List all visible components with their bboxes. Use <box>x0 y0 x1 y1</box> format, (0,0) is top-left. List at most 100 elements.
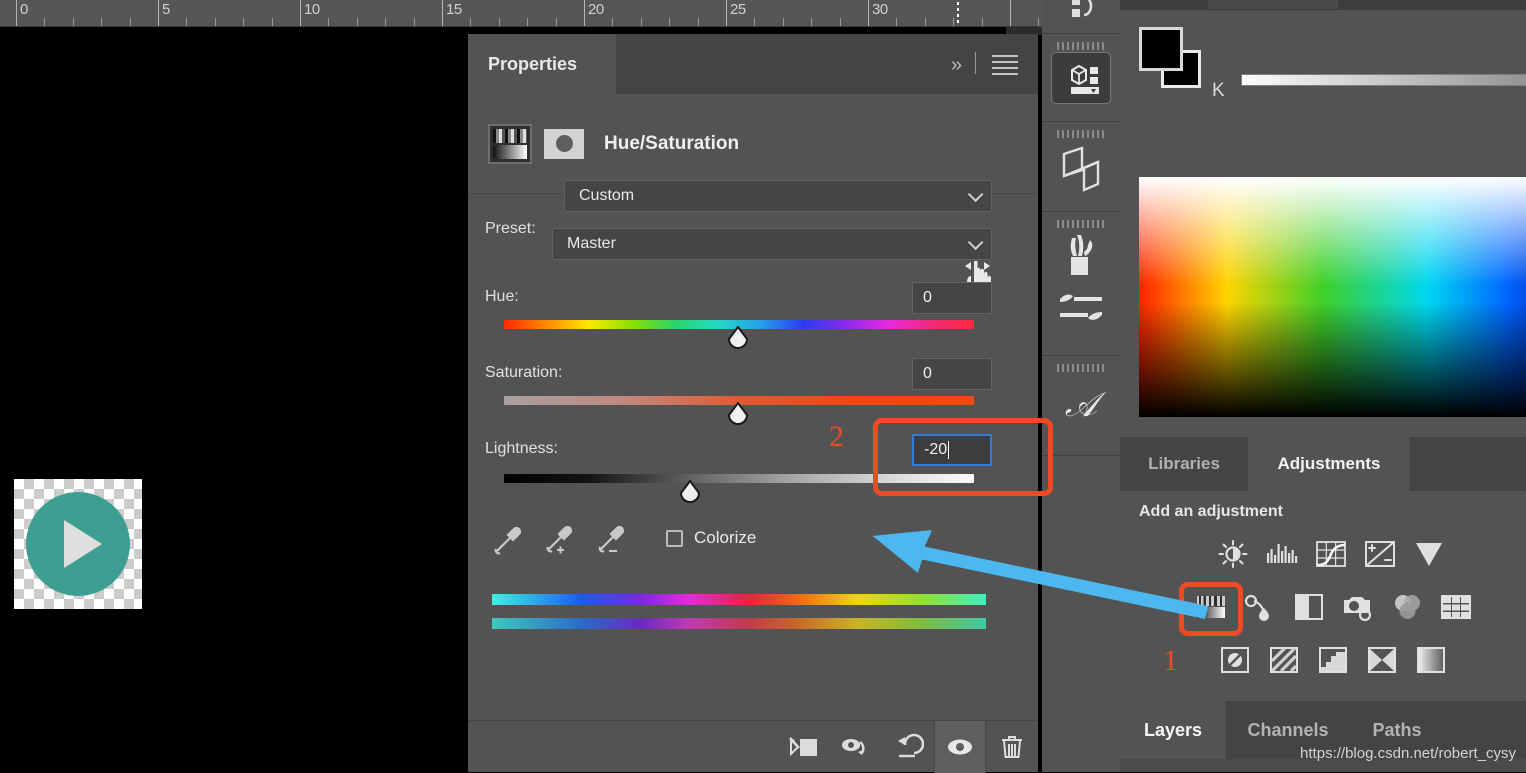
ruler-tick-minor <box>1038 18 1040 26</box>
levels-icon[interactable] <box>1265 539 1299 569</box>
play-triangle-icon <box>64 520 102 568</box>
3d-properties-icon[interactable] <box>1051 52 1111 104</box>
vibrance-icon[interactable] <box>1412 539 1446 569</box>
saturation-slider-handle[interactable] <box>725 402 751 428</box>
invert-icon[interactable] <box>1218 645 1252 675</box>
lightness-label: Lightness: <box>485 440 558 457</box>
ruler-tick-minor <box>186 18 188 26</box>
brushes-icon[interactable] <box>1042 230 1120 282</box>
hue-bar-output <box>492 618 986 629</box>
threshold-icon[interactable] <box>1316 645 1350 675</box>
ruler-tick-minor <box>413 18 415 26</box>
exposure-icon[interactable] <box>1363 539 1397 569</box>
ruler-tick-minor <box>328 18 330 26</box>
saturation-value-input[interactable]: 0 <box>912 358 992 390</box>
dock-group-brushes <box>1042 220 1120 356</box>
tab-adjustments[interactable]: Adjustments <box>1248 437 1410 491</box>
ruler-tick-minor <box>498 18 500 26</box>
preset-dropdown[interactable]: Custom <box>564 180 992 212</box>
ruler-label: 0 <box>20 1 28 18</box>
preset-value: Custom <box>579 187 635 204</box>
ruler-tick-major <box>300 0 301 26</box>
ruler-tick-minor <box>640 18 642 26</box>
adjustment-header: Hue/Saturation <box>468 94 1038 194</box>
horizontal-ruler[interactable]: 0 5 10 15 20 25 30 <box>0 0 1042 27</box>
ruler-tick-minor <box>555 18 557 26</box>
ruler-tick-minor <box>527 18 529 26</box>
tab-layers[interactable]: Layers <box>1120 701 1226 759</box>
ruler-tick-minor <box>356 18 358 26</box>
chevron-down-icon <box>967 234 984 250</box>
lightness-slider-track[interactable] <box>504 474 974 483</box>
hue-bar-input <box>492 594 986 605</box>
video-play-overlay[interactable] <box>14 479 142 609</box>
eyedropper-icon[interactable] <box>492 522 526 556</box>
dock-grip[interactable] <box>1057 220 1105 228</box>
hue-value-input[interactable]: 0 <box>912 282 992 314</box>
eyedropper-plus-icon[interactable] <box>544 522 578 556</box>
color-spectrum-field[interactable] <box>1139 177 1526 417</box>
posterize-icon[interactable] <box>1267 645 1301 675</box>
hue-saturation-thumbnail-icon[interactable] <box>488 123 532 164</box>
character-type-icon[interactable]: 𝒜 <box>1042 374 1120 438</box>
dock-grip[interactable] <box>1057 42 1105 50</box>
ruler-tick-major <box>584 0 585 26</box>
ruler-tick-minor <box>839 18 841 26</box>
dock-grip[interactable] <box>1057 364 1105 372</box>
grayscale-slider[interactable] <box>1241 74 1526 86</box>
color-balance-icon[interactable] <box>1243 592 1277 622</box>
ruler-tick-minor <box>953 18 955 26</box>
visibility-eye-button[interactable] <box>934 720 986 773</box>
watermark-text: https://blog.csdn.net/robert_cysy <box>1300 745 1516 762</box>
ruler-tick-minor <box>214 18 216 26</box>
eyedropper-minus-icon[interactable] <box>596 522 630 556</box>
reset-button[interactable] <box>882 721 934 773</box>
toggle-preview-button[interactable] <box>830 721 882 773</box>
gradient-map-icon[interactable] <box>1365 645 1399 675</box>
tab-properties[interactable]: Properties <box>468 34 616 94</box>
ruler-tick-major <box>726 0 727 26</box>
curves-icon[interactable] <box>1314 539 1348 569</box>
adjustment-title: Hue/Saturation <box>604 132 740 154</box>
history-actions-icon[interactable] <box>1042 0 1120 34</box>
double-chevron-right-icon[interactable]: » <box>951 54 962 77</box>
tab-paths-label: Paths <box>1372 719 1422 740</box>
colorize-checkbox[interactable] <box>666 530 683 547</box>
ruler-tick-minor <box>782 18 784 26</box>
play-button-circle[interactable] <box>26 492 130 596</box>
text-caret <box>948 441 950 459</box>
brightness-contrast-icon[interactable] <box>1216 539 1250 569</box>
ruler-tick-minor <box>924 18 926 26</box>
photoshop-window: 0 5 10 15 20 25 30 Properties » Hue/Satu… <box>0 0 1526 773</box>
selective-color-icon[interactable] <box>1414 645 1448 675</box>
channel-mixer-icon[interactable] <box>1390 592 1424 622</box>
transform-shapes-icon[interactable] <box>1042 140 1120 200</box>
foreground-color-swatch[interactable] <box>1139 27 1183 71</box>
brush-settings-icon[interactable] <box>1042 282 1120 334</box>
ruler-tick-minor <box>72 18 74 26</box>
ruler-tick-major <box>442 0 443 26</box>
dock-grip[interactable] <box>1057 130 1105 138</box>
tab-libraries-label: Libraries <box>1148 454 1220 473</box>
black-white-icon[interactable] <box>1292 592 1326 622</box>
hue-slider-handle[interactable] <box>725 326 751 352</box>
channel-dropdown[interactable]: Master <box>552 228 992 260</box>
lightness-slider-handle[interactable] <box>677 480 703 506</box>
delete-trash-button[interactable] <box>986 721 1038 773</box>
layer-mask-thumbnail-icon[interactable] <box>544 128 584 159</box>
ruler-label: 25 <box>730 1 746 18</box>
properties-tabbar: Properties » <box>468 34 1038 94</box>
properties-footer <box>468 720 1038 773</box>
ruler-tick-major <box>1010 0 1011 26</box>
clip-to-layer-button[interactable] <box>778 721 830 773</box>
panel-menu-icon[interactable] <box>992 55 1018 79</box>
dock-group-history <box>1042 0 1120 34</box>
lightness-value-input[interactable]: -20 <box>912 434 992 466</box>
ruler-label: 20 <box>588 1 604 18</box>
color-lookup-icon[interactable] <box>1439 592 1473 622</box>
hue-saturation-icon[interactable] <box>1194 592 1228 622</box>
photo-filter-icon[interactable] <box>1341 592 1375 622</box>
ruler-guide-marker[interactable] <box>957 2 959 26</box>
tab-libraries[interactable]: Libraries <box>1120 437 1248 491</box>
properties-panel: Properties » Hue/Saturation Preset: Cust… <box>468 34 1038 773</box>
